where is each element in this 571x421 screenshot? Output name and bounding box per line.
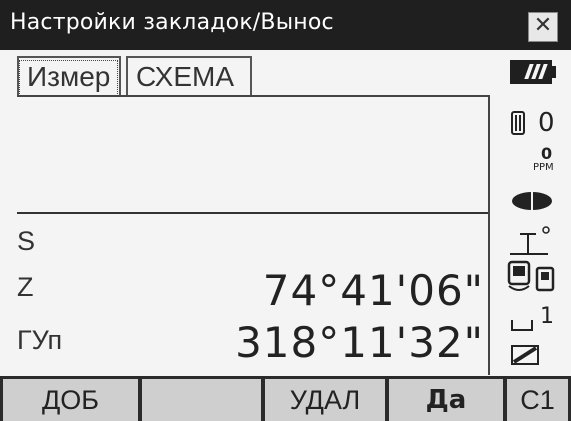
tilt-icon xyxy=(511,320,533,331)
screen: Настройки закладок/Вынос ✕ Измер СХЕМА S… xyxy=(0,0,571,421)
row-value-z: 74°41'06" xyxy=(262,266,484,315)
softkey-add[interactable]: ДОБ xyxy=(3,379,138,421)
window-title: Настройки закладок/Вынос xyxy=(10,10,334,35)
softkey-delete[interactable]: УДАЛ xyxy=(265,379,385,421)
instrument-height-icon xyxy=(510,226,550,255)
close-icon: ✕ xyxy=(533,13,553,38)
tab-focus-outline xyxy=(19,60,118,96)
row-label-s: S xyxy=(17,226,36,256)
laser-target-icon xyxy=(512,192,552,210)
row-label-z: Z xyxy=(17,272,34,302)
softkey-yes[interactable]: Да xyxy=(389,379,503,421)
tab-scheme-label: СХЕМА xyxy=(136,61,234,92)
tilt-value: 1 xyxy=(540,304,554,329)
softkey-empty[interactable] xyxy=(142,379,261,421)
battery-tip xyxy=(549,66,556,78)
prism-icon xyxy=(511,111,525,135)
ppm-value: 0 xyxy=(541,144,553,163)
tab-scheme[interactable]: СХЕМА xyxy=(126,56,252,97)
edit-icon xyxy=(511,345,539,365)
ppm-label: PPM xyxy=(533,162,554,173)
bluetooth-device-icon xyxy=(507,260,555,292)
softkey-page-c1[interactable]: C1 xyxy=(507,379,568,421)
row-value-gup: 318°11'32" xyxy=(235,318,484,367)
row-label-gup: ГУп xyxy=(17,325,63,355)
title-bar: Настройки закладок/Вынос ✕ xyxy=(0,0,571,50)
prism-constant-value: 0 xyxy=(538,108,555,138)
panel-divider xyxy=(17,212,488,214)
close-button[interactable]: ✕ xyxy=(528,12,558,42)
